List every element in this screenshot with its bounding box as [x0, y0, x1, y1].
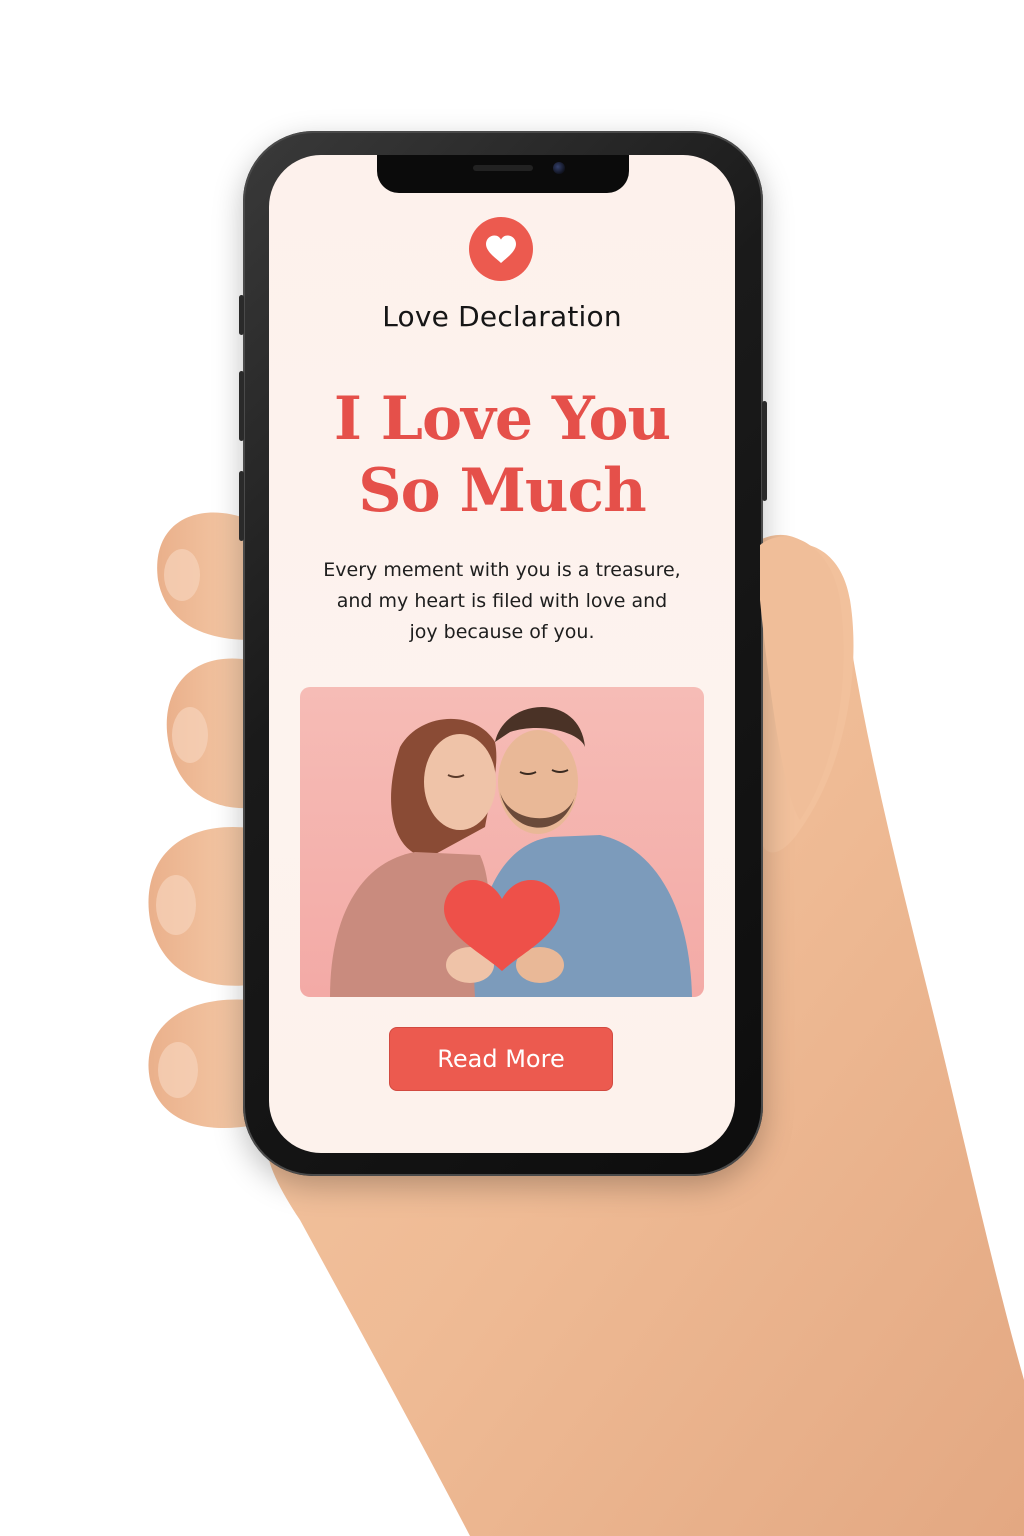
- headline-line-2: So Much: [358, 456, 646, 526]
- notch: [377, 155, 629, 193]
- message-line-2: and my heart is filed with love and: [336, 590, 668, 612]
- phone-device: Love Declaration I Love You So Much Ever…: [239, 131, 767, 1176]
- couple-photo: [300, 687, 704, 997]
- volume-down-button: [239, 371, 244, 441]
- read-more-button[interactable]: Read More: [389, 1027, 613, 1091]
- love-message: Every mement with you is a treasure, and…: [289, 555, 715, 648]
- headline: I Love You So Much: [269, 383, 735, 527]
- headline-line-1: I Love You: [333, 384, 671, 454]
- message-line-3: joy because of you.: [409, 621, 595, 643]
- heart-icon: [486, 235, 516, 263]
- power-button: [762, 401, 767, 501]
- volume-up-button: [239, 295, 244, 335]
- app-logo: [469, 217, 533, 281]
- couple-illustration: [330, 707, 692, 997]
- app-screen: Love Declaration I Love You So Much Ever…: [269, 155, 735, 1153]
- speaker-grille: [473, 165, 533, 171]
- message-line-1: Every mement with you is a treasure,: [323, 559, 681, 581]
- front-camera: [553, 162, 565, 174]
- silent-switch: [239, 471, 244, 541]
- scene: Love Declaration I Love You So Much Ever…: [0, 0, 1024, 1536]
- app-title: Love Declaration: [382, 300, 622, 333]
